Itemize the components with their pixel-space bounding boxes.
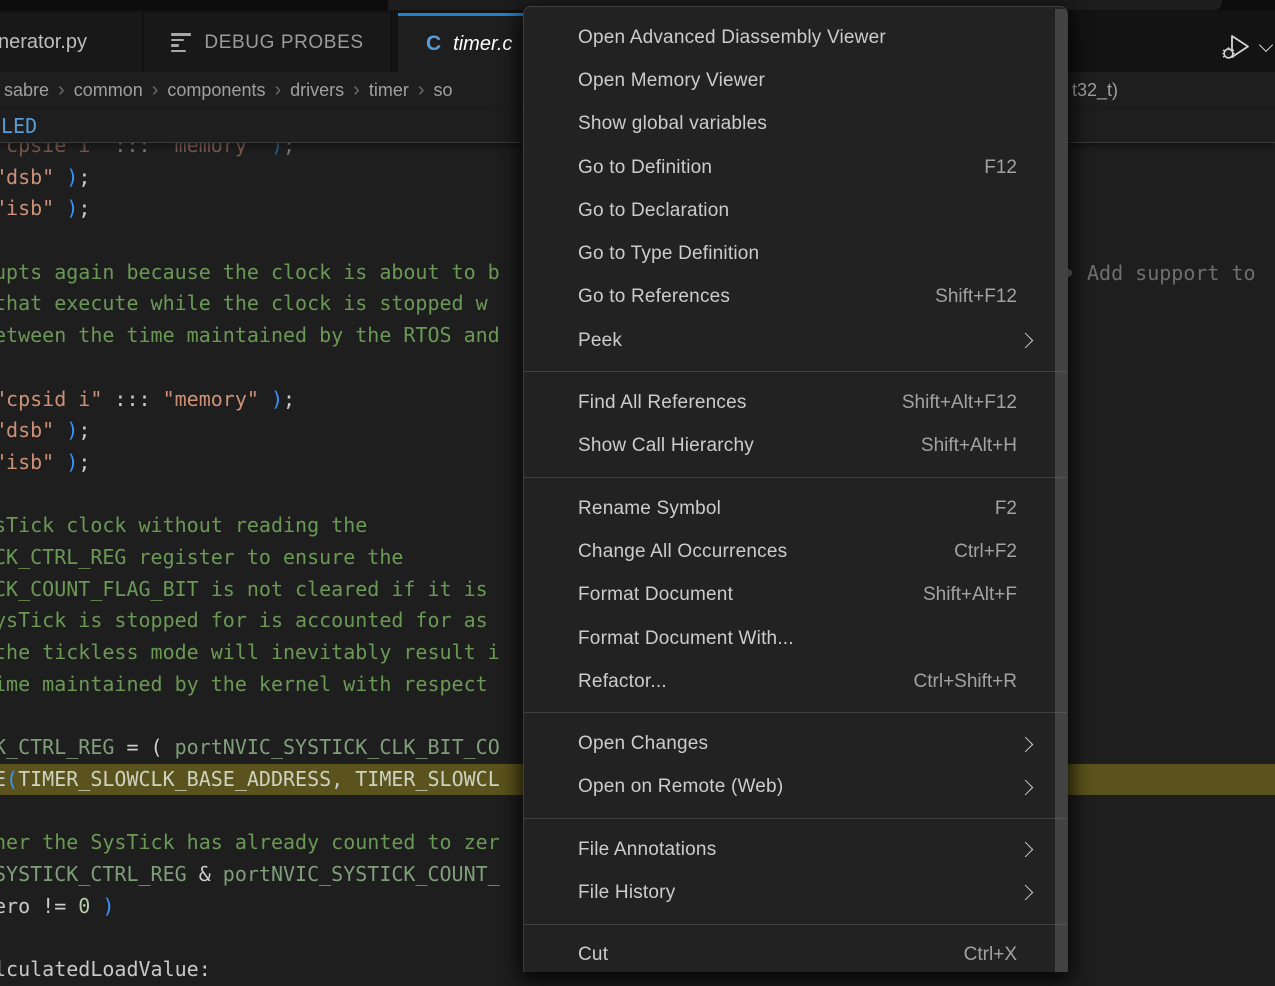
ghost-text-label: Add support to — [1087, 261, 1256, 285]
menu-item-open-changes[interactable]: Open Changes — [524, 722, 1067, 765]
menu-item-label: Open Memory Viewer — [578, 70, 1039, 92]
breadcrumb-item[interactable]: drivers — [290, 80, 344, 101]
tab-debug-probes[interactable]: DEBUG PROBES — [144, 13, 392, 72]
breadcrumb-item[interactable]: common — [74, 80, 143, 101]
menu-item-shortcut: Ctrl+Shift+R — [914, 671, 1017, 693]
menu-item-format-document-with[interactable]: Format Document With... — [524, 617, 1067, 660]
menu-item-find-all-references[interactable]: Find All ReferencesShift+Alt+F12 — [524, 381, 1067, 424]
menu-item-shortcut: Ctrl+X — [964, 944, 1017, 966]
menu-item-open-on-remote-web[interactable]: Open on Remote (Web) — [524, 766, 1067, 809]
breadcrumb-items: sabre › common › components › drivers › timer › so — [4, 80, 453, 101]
submenu-chevron-icon — [1018, 736, 1034, 752]
menu-item-shortcut: F2 — [995, 498, 1017, 520]
menu-item-cut[interactable]: CutCtrl+X — [524, 934, 1067, 972]
tab-generator-py[interactable]: nerator.py — [0, 13, 143, 72]
menu-item-label: Go to References — [578, 286, 935, 308]
run-or-debug-icon[interactable] — [1219, 32, 1255, 62]
menu-item-show-global-variables[interactable]: Show global variables — [524, 103, 1067, 146]
submenu-chevron-icon — [1018, 333, 1034, 349]
breadcrumb-item[interactable]: so — [434, 80, 453, 101]
menu-item-shortcut: Shift+F12 — [935, 286, 1017, 308]
menu-item-open-memory-viewer[interactable]: Open Memory Viewer — [524, 59, 1067, 102]
sticky-scroll-text: LED — [1, 114, 37, 138]
menu-item-refactor[interactable]: Refactor...Ctrl+Shift+R — [524, 660, 1067, 703]
submenu-chevron-icon — [1018, 780, 1034, 796]
breadcrumb-separator-icon: › — [274, 80, 281, 100]
menu-separator — [524, 371, 1067, 372]
menu-item-go-to-declaration[interactable]: Go to Declaration — [524, 189, 1067, 232]
menu-item-label: Go to Declaration — [578, 200, 1039, 222]
menu-item-label: Open Advanced Diassembly Viewer — [578, 27, 1039, 49]
menu-item-file-history[interactable]: File History — [524, 871, 1067, 914]
menu-item-shortcut: Shift+Alt+F — [923, 584, 1017, 606]
tab-label: timer.c — [453, 33, 512, 56]
tab-label: nerator.py — [0, 31, 87, 54]
menu-item-shortcut: F12 — [984, 157, 1017, 179]
menu-item-label: Peek — [578, 330, 1020, 352]
menu-item-label: Open Changes — [578, 733, 1020, 755]
run-dropdown-chevron-icon[interactable] — [1259, 38, 1273, 52]
debug-probes-list-icon — [171, 33, 191, 52]
tab-label: DEBUG PROBES — [204, 32, 363, 54]
menu-item-go-to-references[interactable]: Go to ReferencesShift+F12 — [524, 276, 1067, 319]
context-menu-items: Open Advanced Diassembly Viewer Open Memo… — [524, 16, 1067, 972]
menu-separator — [524, 477, 1067, 478]
menu-item-change-all-occurrences[interactable]: Change All OccurrencesCtrl+F2 — [524, 530, 1067, 573]
menu-item-show-call-hierarchy[interactable]: Show Call HierarchyShift+Alt+H — [524, 425, 1067, 468]
editor-actions — [1219, 32, 1271, 62]
menu-item-format-document[interactable]: Format DocumentShift+Alt+F — [524, 574, 1067, 617]
menu-item-label: Find All References — [578, 392, 902, 414]
menu-item-label: Refactor... — [578, 671, 914, 693]
menu-item-go-to-definition[interactable]: Go to DefinitionF12 — [524, 146, 1067, 189]
menu-item-shortcut: Ctrl+F2 — [954, 541, 1017, 563]
menu-separator — [524, 712, 1067, 713]
submenu-chevron-icon — [1018, 842, 1034, 858]
menu-item-label: Go to Definition — [578, 157, 984, 179]
breadcrumb-item[interactable]: sabre — [4, 80, 49, 101]
context-menu: Open Advanced Diassembly Viewer Open Memo… — [523, 6, 1068, 972]
menu-item-label: Show Call Hierarchy — [578, 435, 921, 457]
menu-scrollbar[interactable] — [1055, 9, 1067, 972]
menu-item-label: Format Document — [578, 584, 923, 606]
breadcrumb-item[interactable]: timer — [369, 80, 409, 101]
menu-item-label: Go to Type Definition — [578, 243, 1039, 265]
ghost-text: Add support to — [1064, 257, 1256, 289]
menu-item-file-annotations[interactable]: File Annotations — [524, 828, 1067, 871]
menu-item-rename-symbol[interactable]: Rename SymbolF2 — [524, 487, 1067, 530]
menu-item-shortcut: Shift+Alt+H — [921, 435, 1017, 457]
c-language-icon: C — [426, 32, 441, 56]
menu-item-shortcut: Shift+Alt+F12 — [902, 392, 1017, 414]
menu-item-label: Change All Occurrences — [578, 541, 954, 563]
submenu-chevron-icon — [1018, 885, 1034, 901]
menu-separator — [524, 818, 1067, 819]
menu-item-label: File History — [578, 882, 1020, 904]
menu-separator — [524, 924, 1067, 925]
menu-item-label: Rename Symbol — [578, 498, 995, 520]
breadcrumb-item[interactable]: components — [167, 80, 265, 101]
menu-item-label: Cut — [578, 944, 964, 966]
menu-item-label: Format Document With... — [578, 628, 1039, 650]
menu-item-label: Open on Remote (Web) — [578, 776, 1020, 798]
menu-item-label: File Annotations — [578, 839, 1020, 861]
menu-item-label: Show global variables — [578, 113, 1039, 135]
breadcrumb-symbol-fragment: t32_t) — [1072, 72, 1118, 109]
menu-item-open-advanced-diassembly-viewer[interactable]: Open Advanced Diassembly Viewer — [524, 16, 1067, 59]
menu-item-go-to-type-definition[interactable]: Go to Type Definition — [524, 232, 1067, 275]
breadcrumb-separator-icon: › — [353, 80, 360, 100]
breadcrumb-separator-icon: › — [418, 80, 425, 100]
breadcrumb-separator-icon: › — [58, 80, 65, 100]
breadcrumb-separator-icon: › — [152, 80, 159, 100]
menu-item-peek[interactable]: Peek — [524, 319, 1067, 362]
